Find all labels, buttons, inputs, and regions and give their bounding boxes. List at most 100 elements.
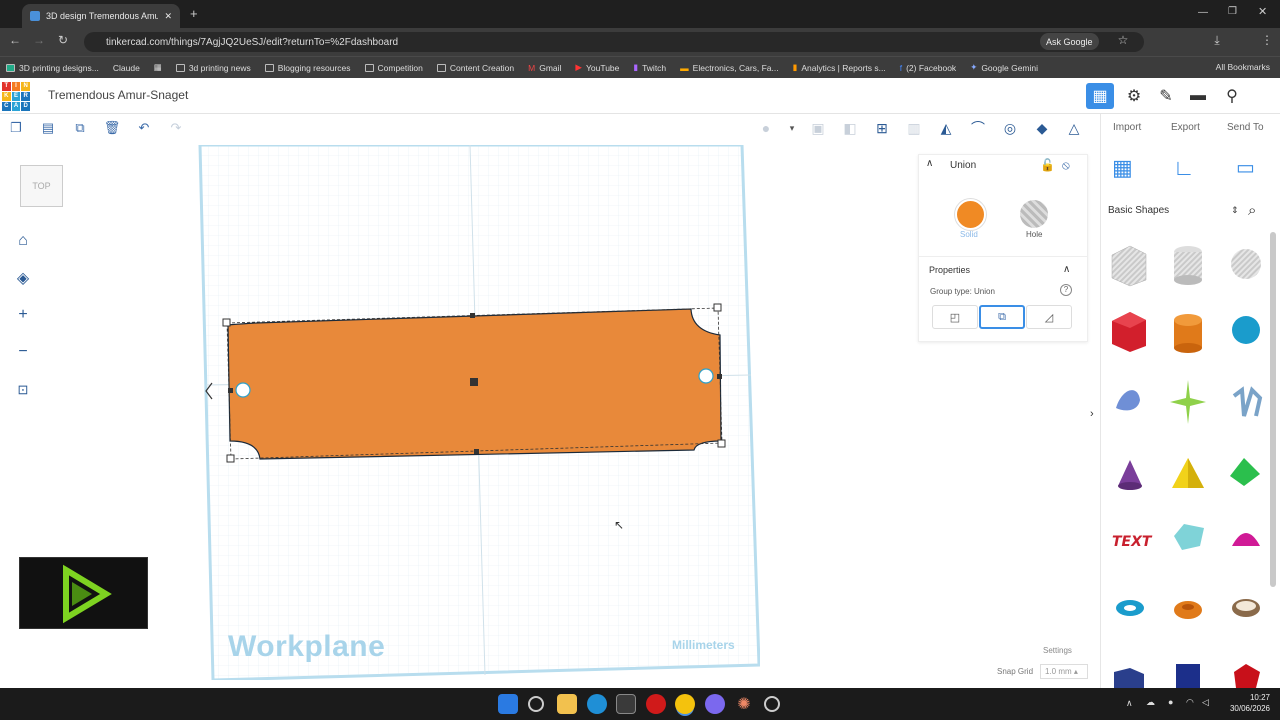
browser-tab[interactable]: 3D design Tremendous Amur-S ✕ bbox=[22, 4, 180, 28]
window-close-icon[interactable]: ✕ bbox=[1258, 5, 1267, 18]
url-field[interactable]: tinkercad.com/things/7AgjJQ2UeSJ/edit?re… bbox=[84, 32, 1144, 52]
half-sphere-shape[interactable] bbox=[1174, 524, 1204, 550]
home-view-icon[interactable]: ⌂ bbox=[10, 228, 36, 254]
onedrive-icon[interactable]: ☁ bbox=[1146, 697, 1155, 708]
bookmark-item[interactable]: ▮ Analytics | Reports s... bbox=[793, 62, 886, 73]
group-type-union-icon[interactable]: ⧉ bbox=[979, 305, 1025, 329]
shapes-scrollbar[interactable] bbox=[1270, 232, 1276, 587]
menu-icon[interactable]: ⋮ bbox=[1258, 33, 1276, 47]
solid-color-button[interactable] bbox=[955, 199, 986, 230]
search-taskbar-icon[interactable] bbox=[528, 696, 544, 712]
polygon-shape[interactable] bbox=[1114, 668, 1144, 688]
resize-handle[interactable] bbox=[713, 303, 722, 312]
scribble-shape[interactable] bbox=[1116, 390, 1140, 411]
mic-icon[interactable]: ● bbox=[1168, 697, 1173, 707]
fit-view-icon[interactable]: ◈ bbox=[10, 265, 36, 291]
maximize-icon[interactable]: ❐ bbox=[1228, 6, 1237, 17]
start-icon[interactable] bbox=[498, 694, 518, 714]
tray-chevron-icon[interactable]: ∧ bbox=[1126, 698, 1133, 709]
sim-lab-icon[interactable]: ⚙ bbox=[1120, 83, 1148, 109]
clock[interactable]: 10:27 30/06/2026 bbox=[1230, 692, 1270, 714]
bookmark-item[interactable]: ✦ Google Gemini bbox=[970, 62, 1038, 73]
ask-google-button[interactable]: Ask Google bbox=[1040, 33, 1099, 50]
tube-shape[interactable] bbox=[1174, 601, 1202, 619]
redo-icon[interactable]: ↷ bbox=[167, 119, 185, 137]
panel-toggle-chevron-icon[interactable]: › bbox=[1090, 408, 1094, 420]
bookmark-item[interactable]: f (2) Facebook bbox=[900, 63, 956, 73]
volume-icon[interactable]: ◁ bbox=[1202, 697, 1209, 708]
paste-icon[interactable]: ▤ bbox=[39, 119, 57, 137]
edge-handle[interactable] bbox=[717, 374, 722, 379]
collapse-chevron-icon[interactable]: ∧ bbox=[926, 158, 933, 169]
sphere-hole-shape[interactable] bbox=[1231, 249, 1261, 279]
height-handle[interactable] bbox=[470, 378, 478, 386]
lock-icon[interactable]: 🔓 bbox=[1040, 158, 1055, 172]
edge-handle[interactable] bbox=[470, 313, 475, 318]
cylinder-shape[interactable] bbox=[1174, 314, 1202, 353]
bookmark-item[interactable]: ▶ YouTube bbox=[575, 62, 619, 73]
back-icon[interactable]: ← bbox=[6, 33, 24, 47]
bookmark-item[interactable]: ▬ Electronics, Cars, Fa... bbox=[680, 63, 778, 73]
bookmark-item[interactable]: Claude bbox=[113, 63, 140, 73]
properties-collapse-icon[interactable]: ∧ bbox=[1063, 264, 1070, 275]
apps-grid-icon[interactable]: ▦ bbox=[154, 62, 162, 73]
import-button[interactable]: Import bbox=[1113, 122, 1141, 133]
blocks-icon[interactable]: ▬ bbox=[1184, 83, 1212, 109]
cylinder-hole-shape[interactable] bbox=[1174, 246, 1202, 285]
resize-handle[interactable] bbox=[222, 318, 231, 327]
cruise-icon[interactable]: ⌒ bbox=[968, 119, 988, 137]
duplicate-icon[interactable]: ⧉ bbox=[71, 119, 89, 137]
zoom-in-icon[interactable]: + bbox=[10, 302, 36, 328]
pyramid-shape[interactable] bbox=[1172, 458, 1204, 488]
text-shape[interactable]: TEXT bbox=[1112, 534, 1153, 550]
hide-icon[interactable]: ⦸ bbox=[1062, 158, 1070, 173]
star-icon[interactable]: ☆ bbox=[1114, 33, 1132, 47]
torus-shape[interactable] bbox=[1116, 600, 1144, 616]
workplane-icon[interactable]: ◎ bbox=[1000, 119, 1020, 137]
bookmark-item[interactable]: Content Creation bbox=[436, 63, 514, 73]
store-icon[interactable] bbox=[616, 694, 636, 714]
box-hole-shape[interactable] bbox=[1111, 245, 1147, 287]
star-shape[interactable] bbox=[1234, 664, 1260, 688]
app-icon[interactable]: ✺ bbox=[734, 694, 754, 714]
box-shape[interactable] bbox=[1112, 312, 1146, 352]
resize-handle[interactable] bbox=[717, 439, 726, 448]
hexagonal-prism-shape[interactable] bbox=[1176, 664, 1200, 688]
bookmark-item[interactable]: M Gmail bbox=[528, 63, 561, 73]
chrome-icon[interactable] bbox=[675, 694, 695, 714]
bookmark-item[interactable]: 3d printing news bbox=[175, 63, 251, 73]
add-user-icon[interactable]: ⚲ bbox=[1218, 83, 1246, 109]
help-icon[interactable]: ? bbox=[1060, 284, 1072, 296]
wedge-shape[interactable] bbox=[1230, 458, 1260, 486]
cone-shape[interactable] bbox=[1118, 460, 1142, 490]
align-icon[interactable]: ⊞ bbox=[872, 119, 892, 137]
reload-icon[interactable]: ↻ bbox=[54, 33, 72, 47]
ring-shape[interactable] bbox=[1232, 599, 1260, 617]
paraboloid-shape[interactable] bbox=[1232, 533, 1260, 546]
light-bulb-icon[interactable]: ● bbox=[756, 119, 776, 137]
search-icon[interactable]: ⌕ bbox=[1248, 202, 1256, 219]
explorer-icon[interactable] bbox=[557, 694, 577, 714]
3d-design-view-icon[interactable]: ▦ bbox=[1086, 83, 1114, 109]
bookmark-item[interactable]: 3D printing designs... bbox=[6, 63, 99, 73]
workplane-tool-icon[interactable]: ▦ bbox=[1112, 155, 1140, 183]
snap-grid-select[interactable]: 1.0 mm ▴ bbox=[1040, 664, 1088, 679]
ruler-icon[interactable]: ◆ bbox=[1032, 119, 1052, 137]
group-icon[interactable]: ▣ bbox=[808, 119, 828, 137]
notes-icon[interactable]: △ bbox=[1064, 119, 1084, 137]
new-tab-icon[interactable]: + bbox=[190, 6, 198, 21]
delete-icon[interactable]: 🗑 bbox=[103, 119, 121, 137]
tinkercad-logo[interactable]: T I N K E R C A D bbox=[2, 82, 30, 111]
distribute-icon[interactable]: ▥ bbox=[904, 119, 924, 137]
mirror-icon[interactable]: ◭ bbox=[936, 119, 956, 137]
send-to-button[interactable]: Send To bbox=[1227, 122, 1264, 133]
hole-button[interactable] bbox=[1020, 200, 1048, 228]
forward-icon[interactable]: → bbox=[30, 33, 48, 47]
resize-handle[interactable] bbox=[226, 454, 235, 463]
sphere-shape[interactable] bbox=[1232, 316, 1260, 344]
note-tool-icon[interactable]: ▭ bbox=[1236, 155, 1264, 183]
chevron-down-icon[interactable]: ▾ bbox=[782, 119, 802, 137]
edge-handle[interactable] bbox=[228, 388, 233, 393]
group-type-option-3-icon[interactable]: ◿ bbox=[1026, 305, 1072, 329]
discord-icon[interactable] bbox=[705, 694, 725, 714]
